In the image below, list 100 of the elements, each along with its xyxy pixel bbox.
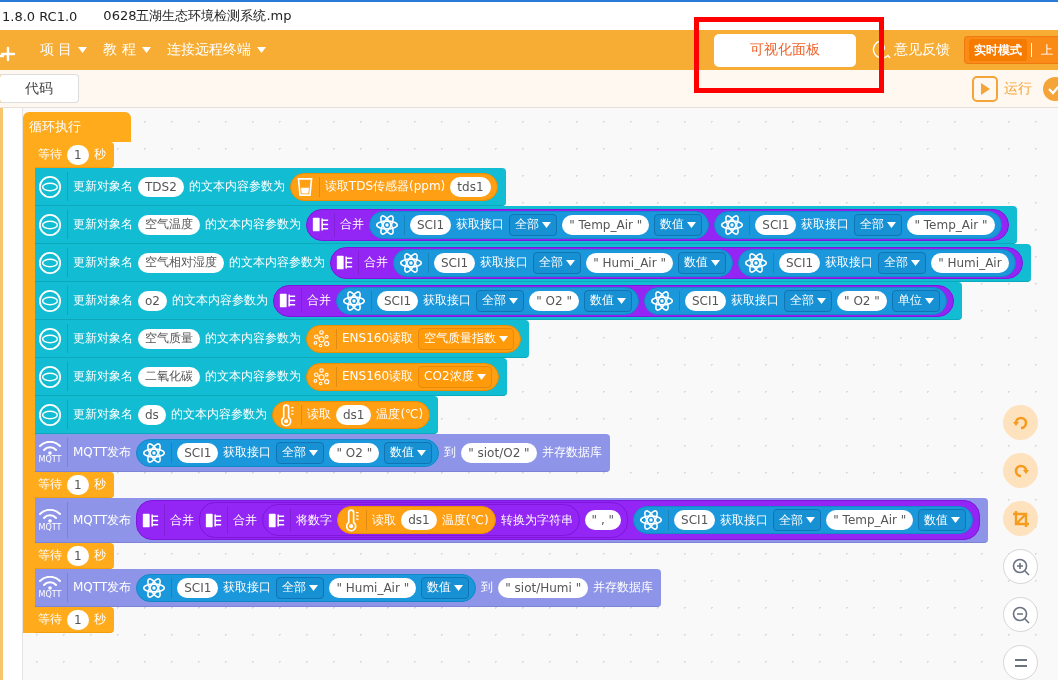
value-field[interactable]: SCI1 [674,510,716,530]
reset-zoom-button[interactable] [1003,645,1038,680]
wait-block[interactable]: 等待 1 秒 [35,607,114,633]
value-field[interactable]: " Humi_Air " [329,577,417,598]
caret-icon [566,259,576,266]
interface-reporter[interactable]: SCI1 获取接口 全部 " Temp_Air " [714,210,1002,239]
interface-reporter[interactable]: SCI1 获取接口 全部 " Temp_Air " 数值 [369,210,710,239]
sensor-reporter[interactable]: 读取 ds1 温度(℃) [271,400,431,429]
value-field[interactable]: SCI1 [410,214,452,235]
zoom-in-button[interactable] [1003,549,1038,584]
interface-reporter[interactable]: SCI1 获取接口 全部 " Temp_Air " 数值 [633,506,974,534]
block-dropdown[interactable]: 全部 [476,289,525,312]
value-field[interactable]: tds1 [450,176,491,197]
text-reporter[interactable]: 将数字 读取 ds1 温度(℃) 转换为字符串 [262,504,580,536]
undo-button[interactable] [1003,405,1038,440]
block-label: 温度(℃) [376,406,424,423]
value-field[interactable]: 空气质量 [138,328,200,349]
interface-reporter[interactable]: SCI1 获取接口 全部 " O2 " 数值 [336,286,639,315]
value-field[interactable]: TDS2 [138,176,184,197]
block-dropdown[interactable]: 数值 [421,576,470,599]
value-field[interactable]: 二氧化碳 [138,366,200,387]
interface-reporter[interactable]: SCI1 获取接口 全部 " O2 " 单位 [643,286,947,315]
value-field[interactable]: 1 [67,545,89,566]
bubbles-icon [312,367,331,386]
update-block[interactable]: 更新对象名 ds 的文本内容参数为 读取 ds1 温度(℃) [35,396,439,434]
value-field[interactable]: " Temp_Air " [907,214,995,235]
interface-reporter[interactable]: SCI1 获取接口 全部 " Humi_Air " 数值 [136,573,477,602]
update-block[interactable]: 更新对象名 二氧化碳 的文本内容参数为 ENS160读取 CO2浓度 [35,358,507,396]
block-dropdown[interactable]: 全部 [784,289,833,312]
block-dropdown[interactable]: 全部 [276,576,325,599]
interface-reporter[interactable]: SCI1 获取接口 全部 " Humi_Air [737,248,1016,277]
update-block[interactable]: 更新对象名 TDS2 的文本内容参数为 读取TDS传感器(ppm) tds1 [35,168,506,206]
block-dropdown[interactable]: 全部 [533,251,582,274]
value-field[interactable]: 空气相对湿度 [138,252,224,273]
interface-reporter[interactable]: SCI1 获取接口 全部 " O2 " 数值 [136,438,440,467]
value-field[interactable]: SCI1 [684,290,727,311]
update-block[interactable]: 更新对象名 空气温度 的文本内容参数为 合并 SCI1 获取接口 全部 " Temp_Air " 数值 SCI1 获取接口 全部 " Temp_Air " [35,206,1017,244]
block-dropdown[interactable]: 数值 [918,509,967,531]
block-dropdown[interactable]: 数值 [583,289,632,312]
crop-button[interactable] [1003,501,1038,536]
text-reporter[interactable]: 合并 SCI1 获取接口 全部 " O2 " 数值 SCI1 获取接口 全部 " O2 " 单位 [273,284,954,317]
block-dropdown[interactable]: 全部 [878,251,927,274]
zoom-in-icon [1010,556,1031,577]
text-reporter[interactable]: 合并 将数字 读取 ds1 温度(℃) 转换为字符串 " , " [199,502,629,538]
wait-block[interactable]: 等待 1 秒 [35,543,114,569]
value-field[interactable]: " O2 " [529,290,579,311]
value-field[interactable]: 1 [67,474,89,495]
value-field[interactable]: " O2 " [329,442,380,463]
redo-button[interactable] [1003,453,1038,488]
sensor-reporter[interactable]: 读取 ds1 温度(℃) [337,506,496,534]
text-reporter[interactable]: 合并 SCI1 获取接口 全部 " Humi_Air " 数值 SCI1 获取接口 全部 " Humi_Air [330,246,1023,279]
update-block[interactable]: 更新对象名 空气质量 的文本内容参数为 ENS160读取 空气质量指数 [35,320,530,358]
value-field[interactable]: " Humi_Air [931,252,1009,273]
value-field[interactable]: " , " [584,510,622,530]
value-field[interactable]: ds [138,404,166,425]
block-dropdown[interactable]: 数值 [677,251,726,274]
value-field[interactable]: o2 [138,290,167,311]
value-field[interactable]: 空气温度 [138,214,200,235]
text-reporter[interactable]: 合并 SCI1 获取接口 全部 " Temp_Air " 数值 SCI1 获取接口 全部 " Temp_Air " [306,208,1009,241]
value-field[interactable]: SCI1 [778,252,821,273]
value-field[interactable]: ds1 [335,404,372,425]
block-dropdown[interactable]: 全部 [276,441,325,464]
value-field[interactable]: SCI1 [377,290,419,311]
value-field[interactable]: 1 [67,609,89,630]
refresh-circle-icon [38,288,62,313]
mqtt-block[interactable]: MQTT MQTT发布 SCI1 获取接口 全部 " Humi_Air " 数值 到 " siot/Humi " 并存数据库 [35,569,662,607]
mqtt-block[interactable]: MQTT MQTT发布 SCI1 获取接口 全部 " O2 " 数值 到 " siot/O2 " 并存数据库 [35,434,610,472]
code-tab[interactable]: 代码 [0,74,79,103]
value-field[interactable]: " O2 " [837,290,887,311]
text-reporter[interactable]: 合并 合并 将数字 读取 ds1 温度(℃) 转换为字符串 " , " SCI1 获取接口 全部 " Temp_Air " 数值 [136,500,981,540]
value-field[interactable]: " Humi_Air " [586,252,673,273]
value-field[interactable]: SCI1 [177,577,219,598]
sensor-reporter[interactable]: 读取TDS传感器(ppm) tds1 [289,172,498,201]
update-block[interactable]: 更新对象名 空气相对湿度 的文本内容参数为 合并 SCI1 获取接口 全部 " Humi_Air " 数值 SCI1 获取接口 全部 " Humi_Air [35,244,1031,282]
block-label: 秒 [93,547,106,564]
block-dropdown[interactable]: 全部 [773,509,822,531]
interface-reporter[interactable]: SCI1 获取接口 全部 " Humi_Air " 数值 [393,248,733,277]
value-field[interactable]: SCI1 [434,252,476,273]
update-block[interactable]: 更新对象名 o2 的文本内容参数为 合并 SCI1 获取接口 全部 " O2 " 数值 SCI1 获取接口 全部 " O2 " 单位 [35,282,962,320]
refresh-circle-icon [38,364,62,389]
block-dropdown[interactable]: 数值 [654,213,703,236]
zoom-out-button[interactable] [1003,597,1038,632]
caret-icon [309,584,319,591]
block-label: 读取 [306,406,331,423]
value-field[interactable]: 1 [67,144,89,165]
value-field[interactable]: " Temp_Air " [826,510,914,530]
value-field[interactable]: ds1 [401,510,437,530]
block-dropdown[interactable]: 全部 [854,213,903,236]
value-field[interactable]: SCI1 [755,214,797,235]
value-field[interactable]: " siot/O2 " [461,442,537,463]
wait-block[interactable]: 等待 1 秒 [35,142,114,168]
block-dropdown[interactable]: 全部 [509,213,558,236]
block-dropdown[interactable]: 单位 [891,289,940,312]
block-dropdown[interactable]: 数值 [384,441,433,464]
text-list-icon [336,254,353,271]
wait-block[interactable]: 等待 1 秒 [35,472,114,498]
value-field[interactable]: SCI1 [177,442,219,463]
value-field[interactable]: " siot/Humi " [498,577,589,598]
mqtt-block[interactable]: MQTT MQTT发布 合并 合并 将数字 读取 ds1 温度(℃) 转换为字符串 " , " SCI1 获取接口 全部 " Temp_Air " 数值 [35,498,989,543]
value-field[interactable]: " Temp_Air " [562,214,650,235]
